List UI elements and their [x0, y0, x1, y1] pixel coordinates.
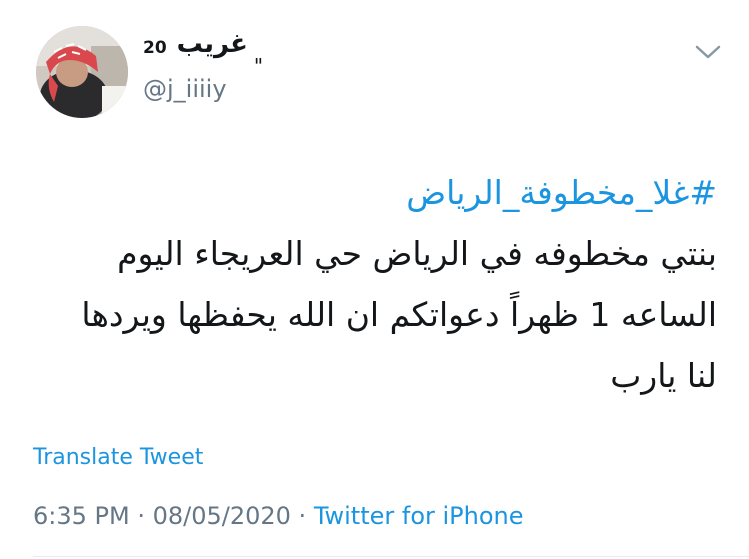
meta-separator-1: ·: [129, 502, 153, 530]
display-name-text: غريب: [176, 29, 248, 59]
tweet-menu-button[interactable]: [693, 40, 723, 64]
translate-tweet-link[interactable]: Translate Tweet: [33, 445, 203, 470]
display-name-number: 20: [143, 38, 167, 58]
tweet-text-line-1: بنتي مخطوفه في الرياض حي العريجاء اليوم: [117, 234, 717, 273]
meta-separator-2: ·: [290, 502, 314, 530]
user-avatar-photo-icon: [36, 26, 128, 118]
tweet-text-line-2: الساعه 1 ظهراً دعواتكم ان الله يحفظها وي…: [81, 295, 717, 334]
tweet-text: #غلا_مخطوفة_الرياض بنتي مخطوفه في الرياض…: [27, 162, 717, 406]
divider: [33, 556, 749, 557]
tweet-source-link[interactable]: Twitter for iPhone: [314, 502, 524, 530]
avatar[interactable]: [36, 26, 128, 118]
tweet-date[interactable]: 08/05/2020: [153, 502, 291, 530]
display-name-mark: ": [253, 54, 264, 78]
tweet-time[interactable]: 6:35 PM: [33, 502, 130, 530]
chevron-down-icon: [695, 45, 721, 59]
display-name[interactable]: 20 غريب ": [143, 24, 263, 78]
hashtag-link[interactable]: #غلا_مخطوفة_الرياض: [27, 162, 717, 223]
tweet-text-line-3: لنا يارب: [610, 356, 717, 395]
user-handle[interactable]: @j_iiiiy: [143, 75, 227, 103]
tweet-metadata: 6:35 PM · 08/05/2020 · Twitter for iPhon…: [33, 502, 524, 530]
